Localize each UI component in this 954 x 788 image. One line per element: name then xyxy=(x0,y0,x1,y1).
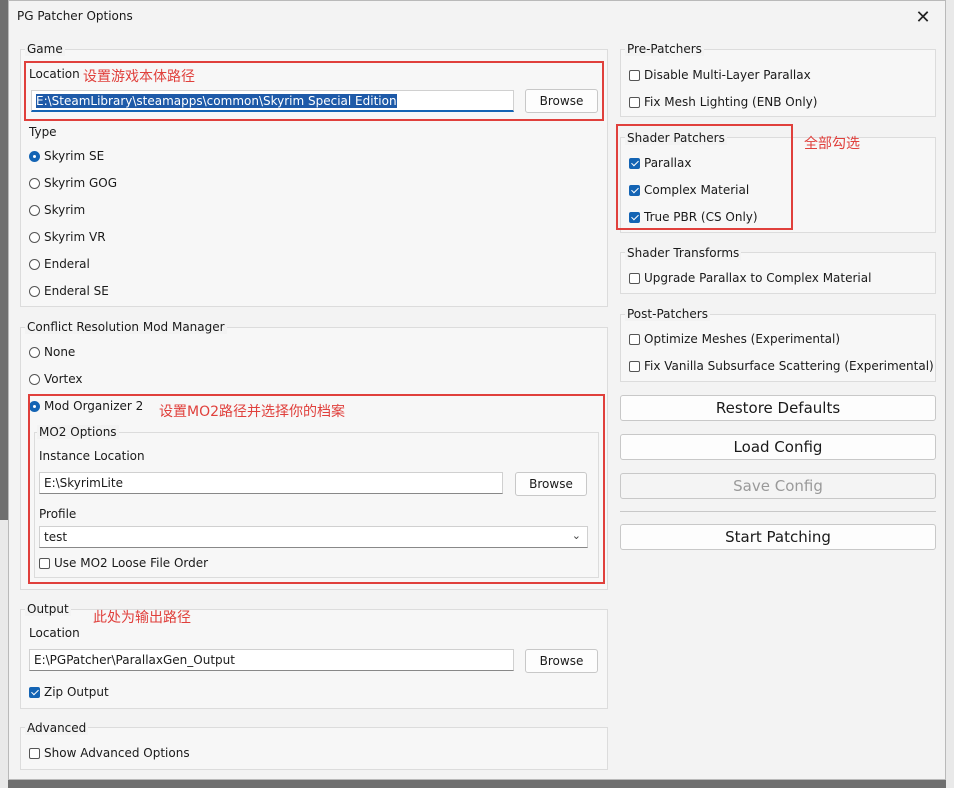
radio-enderal-se[interactable]: Enderal SE xyxy=(29,284,109,298)
pre-patchers-title: Pre-Patchers xyxy=(625,42,704,56)
radio-icon xyxy=(29,177,40,189)
checkbox-zip-output[interactable]: Zip Output xyxy=(29,685,109,699)
options-dialog: PG Patcher Options ✕ Game Location E:\St… xyxy=(8,0,946,780)
conflict-group-title: Conflict Resolution Mod Manager xyxy=(25,320,227,334)
annotation-box-mo2 xyxy=(28,394,605,584)
radio-vortex[interactable]: Vortex xyxy=(29,372,83,386)
radio-skyrim[interactable]: Skyrim xyxy=(29,203,85,217)
radio-icon xyxy=(29,150,40,162)
checkbox-optimize-meshes[interactable]: Optimize Meshes (Experimental) xyxy=(629,332,840,346)
annotation-output: 此处为输出路径 xyxy=(93,610,191,626)
annotation-mo2: 设置MO2路径并选择你的档案 xyxy=(159,404,346,420)
game-type-label: Type xyxy=(29,125,57,139)
checkbox-icon xyxy=(629,333,640,345)
shader-transforms-title: Shader Transforms xyxy=(625,246,742,260)
radio-icon xyxy=(29,285,40,297)
radio-skyrim-gog[interactable]: Skyrim GOG xyxy=(29,176,117,190)
checkbox-fix-mesh-lighting[interactable]: Fix Mesh Lighting (ENB Only) xyxy=(629,95,817,109)
radio-none[interactable]: None xyxy=(29,345,75,359)
start-patching-button[interactable]: Start Patching xyxy=(620,524,936,550)
radio-enderal[interactable]: Enderal xyxy=(29,257,90,271)
close-icon: ✕ xyxy=(915,6,931,28)
checkbox-icon xyxy=(629,96,640,108)
close-button[interactable]: ✕ xyxy=(901,1,945,33)
radio-skyrim-se[interactable]: Skyrim SE xyxy=(29,149,104,163)
output-location-input[interactable]: E:\PGPatcher\ParallaxGen_Output xyxy=(29,649,514,671)
advanced-group-title: Advanced xyxy=(25,721,89,735)
checkbox-icon xyxy=(629,272,640,284)
radio-icon xyxy=(29,231,40,243)
restore-defaults-button[interactable]: Restore Defaults xyxy=(620,395,936,421)
button-separator xyxy=(620,511,936,512)
checkbox-icon xyxy=(629,360,640,372)
annotation-box-shader-patchers xyxy=(616,124,793,230)
checkbox-icon xyxy=(29,686,40,698)
save-config-button[interactable]: Save Config xyxy=(620,473,936,499)
checkbox-fix-vanilla-sss[interactable]: Fix Vanilla Subsurface Scattering (Exper… xyxy=(629,359,934,373)
background-window-right xyxy=(946,0,954,788)
checkbox-icon xyxy=(629,69,640,81)
checkbox-show-advanced[interactable]: Show Advanced Options xyxy=(29,746,190,760)
checkbox-disable-multi-layer-parallax[interactable]: Disable Multi-Layer Parallax xyxy=(629,68,811,82)
radio-icon xyxy=(29,346,40,358)
radio-icon xyxy=(29,258,40,270)
checkbox-icon xyxy=(29,747,40,759)
load-config-button[interactable]: Load Config xyxy=(620,434,936,460)
annotation-shader-all: 全部勾选 xyxy=(804,136,860,152)
checkbox-upgrade-parallax[interactable]: Upgrade Parallax to Complex Material xyxy=(629,271,871,285)
post-patchers-title: Post-Patchers xyxy=(625,307,710,321)
output-browse-button[interactable]: Browse xyxy=(525,649,598,673)
output-group-title: Output xyxy=(25,602,71,616)
radio-icon xyxy=(29,204,40,216)
annotation-game-location: 设置游戏本体路径 xyxy=(83,69,195,85)
radio-icon xyxy=(29,373,40,385)
window-title: PG Patcher Options xyxy=(17,9,133,23)
background-window-left xyxy=(0,520,8,788)
game-group-title: Game xyxy=(25,42,65,56)
title-bar: PG Patcher Options ✕ xyxy=(9,1,945,33)
output-location-label: Location xyxy=(29,626,80,640)
radio-skyrim-vr[interactable]: Skyrim VR xyxy=(29,230,106,244)
